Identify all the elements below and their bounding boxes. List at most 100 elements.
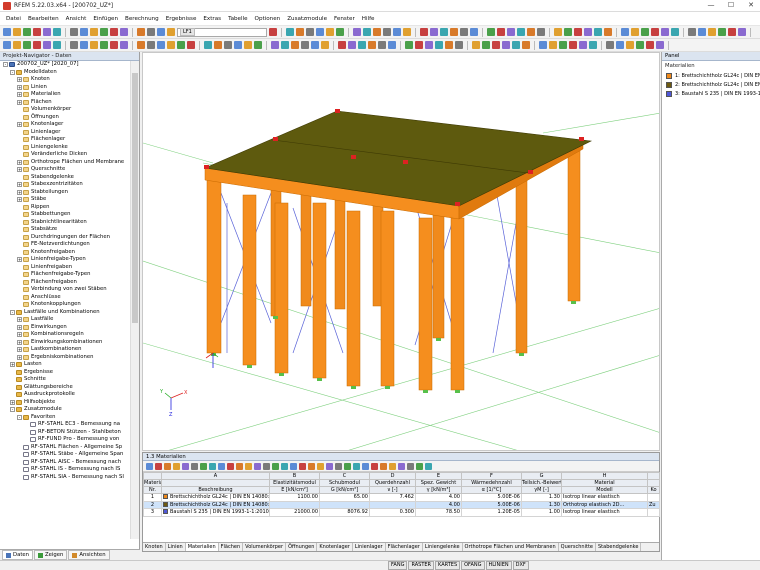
cell-gm[interactable]: 1.30 xyxy=(521,493,562,502)
toolbar-tool-icon[interactable] xyxy=(435,41,443,49)
tree-item[interactable]: Rippen xyxy=(0,204,130,212)
toolbar-tool-icon[interactable] xyxy=(430,28,438,36)
cell-nr[interactable]: 1 xyxy=(143,493,162,502)
toolbar-tool-icon[interactable] xyxy=(651,28,659,36)
table-tool-icon[interactable] xyxy=(191,462,198,470)
toolbar-tool-icon[interactable] xyxy=(728,28,736,36)
toolbar-tool-icon[interactable] xyxy=(269,28,277,36)
toolbar-tool-icon[interactable] xyxy=(33,28,41,36)
table-tab[interactable]: Linienlager xyxy=(352,543,386,551)
toolbar-tool-icon[interactable] xyxy=(23,28,31,36)
collapse-icon[interactable]: - xyxy=(17,414,22,420)
table-row[interactable]: 1 Brettschichtholz GL24c | DIN EN 14080:2… xyxy=(143,493,660,502)
tree-item[interactable]: + Kombinationsregeln xyxy=(0,331,130,339)
menu-item-6[interactable]: Extras xyxy=(203,16,221,22)
table-tool-icon[interactable] xyxy=(407,462,414,470)
tree-item[interactable]: RF-STAHL EC3 - Bemessung na xyxy=(0,421,130,429)
cell-nu[interactable] xyxy=(369,500,416,509)
toolbar-tool-icon[interactable] xyxy=(244,41,252,49)
toolbar-tool-icon[interactable] xyxy=(671,28,679,36)
expand-icon[interactable]: + xyxy=(17,354,22,360)
table-tool-icon[interactable] xyxy=(281,462,288,470)
toolbar-tool-icon[interactable] xyxy=(492,41,500,49)
cell-e[interactable]: 1100.00 xyxy=(269,493,320,502)
toolbar-tool-icon[interactable] xyxy=(321,41,329,49)
table-tool-icon[interactable] xyxy=(263,462,270,470)
toolbar-tool-icon[interactable] xyxy=(636,41,644,49)
cell-desc[interactable]: Baustahl S 235 | DIN EN 1993-1-1:2010-1 xyxy=(161,508,270,517)
tree-item[interactable]: - Favoriten xyxy=(0,414,130,422)
cell-g[interactable] xyxy=(319,500,370,509)
table-tab[interactable]: Knotenlager xyxy=(317,543,353,551)
toolbar-tool-icon[interactable] xyxy=(296,28,304,36)
toolbar-tool-icon[interactable] xyxy=(348,41,356,49)
expand-icon[interactable]: + xyxy=(17,99,22,105)
toolbar-tool-icon[interactable] xyxy=(234,41,242,49)
tree-item[interactable]: Stabnichtlinearitäten xyxy=(0,219,130,227)
toolbar-tool-icon[interactable] xyxy=(594,28,602,36)
toolbar-tool-icon[interactable] xyxy=(537,28,545,36)
table-tool-icon[interactable] xyxy=(173,462,180,470)
cell-alpha[interactable]: 5.00E-06 xyxy=(461,493,522,502)
toolbar-tool-icon[interactable] xyxy=(110,28,118,36)
tab-zeigen[interactable]: Zeigen xyxy=(34,550,68,560)
tree-item[interactable]: RF-STAHL Stäbe - Allgemeine Span xyxy=(0,451,130,459)
toolbar-tool-icon[interactable] xyxy=(482,41,490,49)
toolbar-tool-icon[interactable] xyxy=(631,28,639,36)
table-tool-icon[interactable] xyxy=(389,462,396,470)
toolbar-tool-icon[interactable] xyxy=(187,41,195,49)
toolbar-tool-icon[interactable] xyxy=(455,41,463,49)
tree-item[interactable]: + Ergebniskombinationen xyxy=(0,354,130,362)
cell-nu[interactable]: 7.462 xyxy=(369,493,416,502)
table-tool-icon[interactable] xyxy=(254,462,261,470)
toolbar-tool-icon[interactable] xyxy=(53,28,61,36)
cell-nu[interactable]: 0.300 xyxy=(369,508,416,517)
toolbar-tool-icon[interactable] xyxy=(621,28,629,36)
table-tool-icon[interactable] xyxy=(326,462,333,470)
toolbar-tool-icon[interactable] xyxy=(688,28,696,36)
toolbar-tool-icon[interactable] xyxy=(306,28,314,36)
collapse-icon[interactable]: - xyxy=(10,309,15,315)
table-tool-icon[interactable] xyxy=(182,462,189,470)
status-toggle[interactable]: FANG xyxy=(388,561,408,570)
expand-icon[interactable]: + xyxy=(17,92,22,98)
expand-icon[interactable]: + xyxy=(17,257,22,263)
tree-item[interactable]: RF-FUND Pro - Bemessung von xyxy=(0,436,130,444)
toolbar-tool-icon[interactable] xyxy=(549,41,557,49)
tab-ansichten[interactable]: Ansichten xyxy=(68,550,110,560)
toolbar-tool-icon[interactable] xyxy=(167,28,175,36)
toolbar-tool-icon[interactable] xyxy=(336,28,344,36)
toolbar-tool-icon[interactable] xyxy=(470,28,478,36)
table-tool-icon[interactable] xyxy=(362,462,369,470)
tree-item[interactable]: Ergebnisse xyxy=(0,369,130,377)
toolbar-tool-icon[interactable] xyxy=(415,41,423,49)
toolbar-tool-icon[interactable] xyxy=(13,41,21,49)
toolbar-tool-icon[interactable] xyxy=(33,41,41,49)
toolbar-tool-icon[interactable] xyxy=(738,28,746,36)
table-tool-icon[interactable] xyxy=(236,462,243,470)
tree-item[interactable]: + Einwirkungen xyxy=(0,324,130,332)
toolbar-tool-icon[interactable] xyxy=(698,28,706,36)
tree-item[interactable]: + Orthotrope Flächen und Membrane xyxy=(0,159,130,167)
toolbar-tool-icon[interactable] xyxy=(363,28,371,36)
toolbar-tool-icon[interactable] xyxy=(589,41,597,49)
toolbar-tool-icon[interactable] xyxy=(646,41,654,49)
tree-item[interactable]: Anschlüsse xyxy=(0,294,130,302)
expand-icon[interactable]: + xyxy=(17,189,22,195)
collapse-icon[interactable]: - xyxy=(10,69,15,75)
table-tool-icon[interactable] xyxy=(245,462,252,470)
toolbar-tool-icon[interactable] xyxy=(100,41,108,49)
table-tool-icon[interactable] xyxy=(209,462,216,470)
expand-icon[interactable]: + xyxy=(17,159,22,165)
toolbar-tool-icon[interactable] xyxy=(157,28,165,36)
tree-item[interactable]: + Linien xyxy=(0,84,130,92)
toolbar-tool-icon[interactable] xyxy=(616,41,624,49)
menu-item-8[interactable]: Optionen xyxy=(255,16,281,22)
expand-icon[interactable]: + xyxy=(10,362,15,368)
toolbar-tool-icon[interactable] xyxy=(137,28,145,36)
tree-item[interactable]: RF-STAHL Flächen - Allgemeine Sp xyxy=(0,444,130,452)
toolbar-tool-icon[interactable] xyxy=(90,41,98,49)
tree-item[interactable]: Flächenlager xyxy=(0,136,130,144)
table-tool-icon[interactable] xyxy=(335,462,342,470)
toolbar-tool-icon[interactable] xyxy=(358,41,366,49)
